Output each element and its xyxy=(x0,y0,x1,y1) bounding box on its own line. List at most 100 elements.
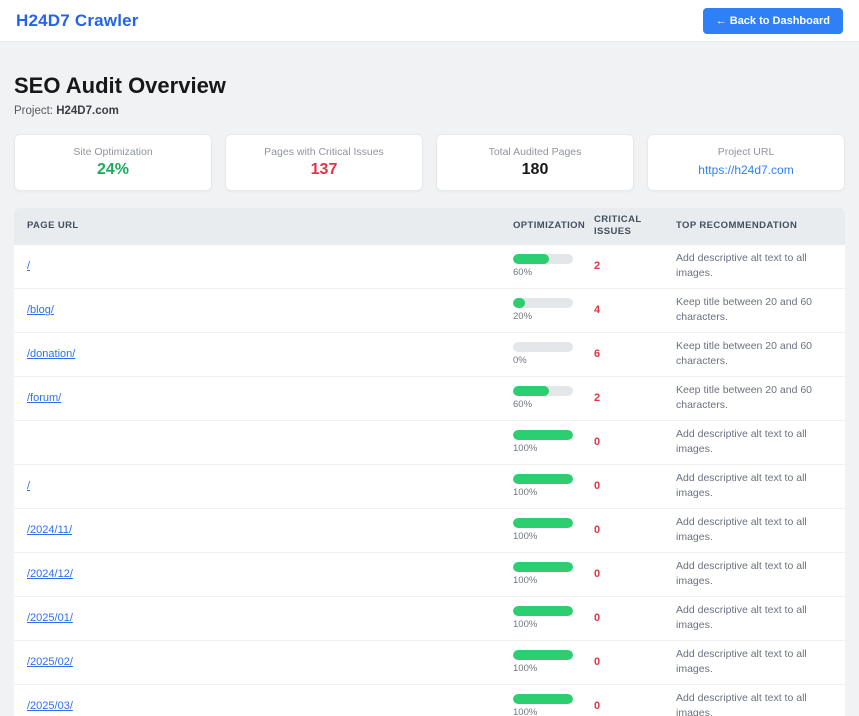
optimization-percent-label: 100% xyxy=(513,707,537,716)
critical-issues-cell: 6 xyxy=(581,333,663,376)
page-url-link[interactable]: /2024/11/ xyxy=(27,524,72,536)
critical-issues-count: 2 xyxy=(594,392,600,404)
critical-issues-count: 0 xyxy=(594,612,600,624)
optimization-percent-label: 0% xyxy=(513,355,527,366)
optimization-progress-bar xyxy=(513,518,573,528)
optimization-progress-bar xyxy=(513,254,573,264)
stat-card-critical-issues: Pages with Critical Issues 137 xyxy=(225,134,423,191)
page-url-cell: /2025/03/ xyxy=(14,685,500,716)
critical-issues-count: 0 xyxy=(594,436,600,448)
optimization-progress-bar xyxy=(513,474,573,484)
recommendation-text: Add descriptive alt text to all images. xyxy=(676,603,845,633)
optimization-cell: 20% xyxy=(500,289,581,332)
recommendation-cell: Keep title between 20 and 60 characters. xyxy=(663,289,845,332)
column-header-optimization: Optimization xyxy=(500,208,581,245)
critical-issues-cell: 0 xyxy=(581,641,663,684)
page-url-link[interactable]: /2025/02/ xyxy=(27,656,73,668)
critical-issues-cell: 0 xyxy=(581,509,663,552)
recommendation-cell: Add descriptive alt text to all images. xyxy=(663,553,845,596)
critical-issues-count: 0 xyxy=(594,656,600,668)
optimization-progress-fill xyxy=(513,562,573,572)
optimization-progress-bar xyxy=(513,694,573,704)
recommendation-cell: Add descriptive alt text to all images. xyxy=(663,641,845,684)
optimization-cell: 100% xyxy=(500,553,581,596)
table-row: 100% 0 Add descriptive alt text to all i… xyxy=(14,421,845,465)
critical-issues-count: 2 xyxy=(594,260,600,272)
back-to-dashboard-button[interactable]: ← Back to Dashboard xyxy=(703,8,843,34)
page-url-link[interactable]: /forum/ xyxy=(27,392,61,404)
optimization-percent-label: 100% xyxy=(513,663,537,674)
recommendation-cell: Add descriptive alt text to all images. xyxy=(663,421,845,464)
optimization-progress-fill xyxy=(513,298,525,308)
critical-issues-count: 4 xyxy=(594,304,600,316)
project-name: H24D7.com xyxy=(56,105,119,117)
optimization-percent-label: 100% xyxy=(513,531,537,542)
stat-label: Site Optimization xyxy=(73,146,152,158)
table-header-row: Page URL Optimization Critical Issues To… xyxy=(14,208,845,245)
optimization-percent-label: 20% xyxy=(513,311,532,322)
page-url-cell xyxy=(14,421,500,464)
optimization-progress-fill xyxy=(513,386,549,396)
stat-label: Total Audited Pages xyxy=(489,146,582,158)
recommendation-cell: Keep title between 20 and 60 characters. xyxy=(663,333,845,376)
critical-issues-cell: 0 xyxy=(581,597,663,640)
page-url-link[interactable]: / xyxy=(27,480,30,492)
page-url-link[interactable]: /2024/12/ xyxy=(27,568,73,580)
optimization-cell: 100% xyxy=(500,597,581,640)
page-url-cell: /forum/ xyxy=(14,377,500,420)
recommendation-text: Add descriptive alt text to all images. xyxy=(676,559,845,589)
optimization-progress-bar xyxy=(513,298,573,308)
stat-card-total-pages: Total Audited Pages 180 xyxy=(436,134,634,191)
optimization-progress-fill xyxy=(513,694,573,704)
project-label: Project: xyxy=(14,105,53,117)
page-url-link[interactable]: /donation/ xyxy=(27,348,75,360)
page-url-link[interactable]: /2025/01/ xyxy=(27,612,73,624)
page-url-cell: /2024/11/ xyxy=(14,509,500,552)
optimization-percent-label: 100% xyxy=(513,487,537,498)
optimization-progress-fill xyxy=(513,254,549,264)
optimization-percent-label: 60% xyxy=(513,267,532,278)
page-url-cell: /donation/ xyxy=(14,333,500,376)
column-header-top-recommendation: Top Recommendation xyxy=(663,208,845,245)
critical-issues-count: 6 xyxy=(594,348,600,360)
critical-issues-count: 0 xyxy=(594,524,600,536)
stat-card-site-optimization: Site Optimization 24% xyxy=(14,134,212,191)
optimization-cell: 60% xyxy=(500,377,581,420)
optimization-cell: 100% xyxy=(500,509,581,552)
optimization-progress-bar xyxy=(513,606,573,616)
optimization-progress-fill xyxy=(513,650,573,660)
table-row: /2024/12/ 100% 0 Add descriptive alt tex… xyxy=(14,553,845,597)
stat-cards: Site Optimization 24% Pages with Critica… xyxy=(14,134,845,191)
optimization-progress-fill xyxy=(513,430,573,440)
recommendation-cell: Add descriptive alt text to all images. xyxy=(663,685,845,716)
table-row: /blog/ 20% 4 Keep title between 20 and 6… xyxy=(14,289,845,333)
optimization-percent-label: 100% xyxy=(513,575,537,586)
page-url-cell: /2025/02/ xyxy=(14,641,500,684)
table-row: / 100% 0 Add descriptive alt text to all… xyxy=(14,465,845,509)
critical-issues-cell: 4 xyxy=(581,289,663,332)
optimization-progress-bar xyxy=(513,650,573,660)
optimization-progress-bar xyxy=(513,342,573,352)
recommendation-cell: Keep title between 20 and 60 characters. xyxy=(663,377,845,420)
optimization-percent-label: 60% xyxy=(513,399,532,410)
recommendation-text: Keep title between 20 and 60 characters. xyxy=(676,295,845,325)
recommendation-cell: Add descriptive alt text to all images. xyxy=(663,597,845,640)
optimization-cell: 100% xyxy=(500,465,581,508)
page-url-link[interactable]: /2025/03/ xyxy=(27,700,73,712)
recommendation-text: Keep title between 20 and 60 characters. xyxy=(676,339,845,369)
page-url-cell: / xyxy=(14,465,500,508)
critical-issues-count: 0 xyxy=(594,700,600,712)
project-url-link[interactable]: https://h24d7.com xyxy=(698,163,793,177)
recommendation-text: Add descriptive alt text to all images. xyxy=(676,515,845,545)
optimization-progress-fill xyxy=(513,518,573,528)
page-title: SEO Audit Overview xyxy=(14,73,845,99)
page-url-link[interactable]: /blog/ xyxy=(27,304,54,316)
optimization-progress-bar xyxy=(513,430,573,440)
stat-card-project-url: Project URL https://h24d7.com xyxy=(647,134,845,191)
table-row: / 60% 2 Add descriptive alt text to all … xyxy=(14,245,845,289)
page-url-link[interactable]: / xyxy=(27,260,30,272)
critical-issues-count: 0 xyxy=(594,568,600,580)
optimization-progress-bar xyxy=(513,386,573,396)
critical-issues-cell: 0 xyxy=(581,685,663,716)
stat-value-site-optimization: 24% xyxy=(97,161,129,179)
